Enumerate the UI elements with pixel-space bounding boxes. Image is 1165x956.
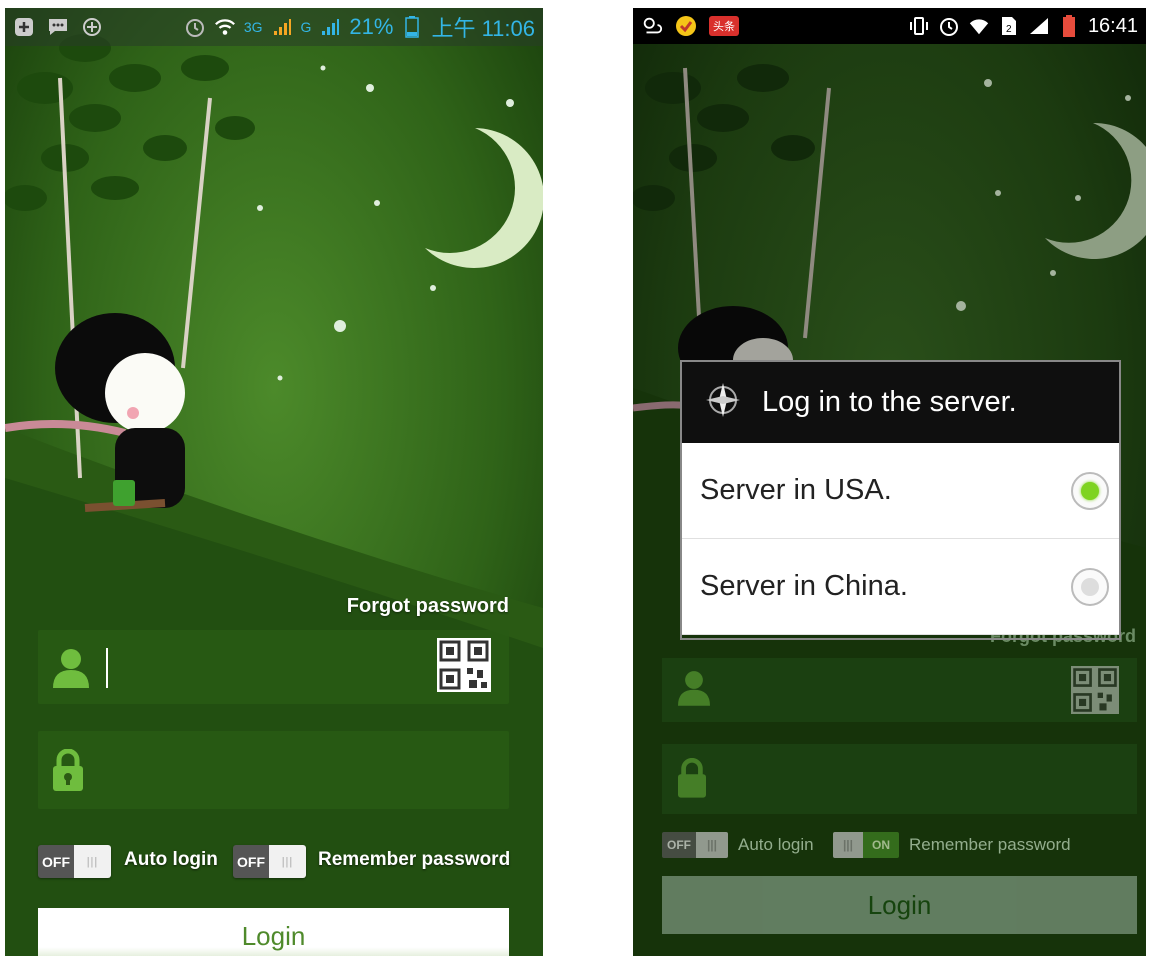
toggle-knob: ||| (833, 832, 863, 858)
clock: 16:41 (1087, 14, 1138, 37)
wifi-icon (214, 16, 236, 38)
vibrate-icon (908, 15, 930, 37)
password-field[interactable] (662, 744, 1137, 814)
compass-icon (704, 381, 742, 424)
auto-login-label: Auto login (124, 849, 218, 870)
battery-icon (1058, 15, 1080, 37)
remember-toggle-state: ON (863, 832, 899, 858)
night-swing-illustration (5, 8, 543, 956)
sim-icon: 2 (998, 15, 1020, 37)
signal-icon (271, 16, 293, 38)
signal-icon (1028, 15, 1050, 37)
password-field[interactable] (38, 731, 509, 809)
login-button[interactable]: Login (38, 908, 509, 956)
svg-text:2: 2 (1006, 24, 1012, 35)
status-bar: 3G G 21% 上午 11:06 (5, 8, 543, 46)
alarm-icon (938, 15, 960, 37)
weather-icon (641, 15, 663, 37)
remember-password-toggle[interactable]: ||| ON (833, 832, 899, 858)
lock-icon (53, 748, 83, 796)
dialog-header: Log in to the server. (682, 362, 1119, 443)
qr-code-icon[interactable] (1071, 666, 1119, 719)
auto-login-toggle[interactable]: OFF ||| (662, 832, 728, 858)
server-select-dialog: Log in to the server. Server in USA. Ser… (682, 362, 1119, 638)
login-button-label: Login (867, 889, 932, 920)
remember-password-toggle[interactable]: OFF ||| (233, 845, 306, 878)
alarm-icon (184, 16, 206, 38)
toggle-knob: ||| (74, 845, 111, 878)
status-bar: 头条 2 16:41 (633, 8, 1146, 44)
wifi-icon (968, 15, 990, 37)
server-option-china[interactable]: Server in China. (682, 539, 1119, 635)
username-field[interactable] (662, 658, 1137, 722)
network-3g-label: 3G (243, 19, 263, 35)
qr-code-icon[interactable] (437, 638, 491, 692)
add-circle-icon (81, 16, 103, 38)
username-field[interactable] (38, 630, 509, 704)
plus-square-icon (13, 16, 35, 38)
login-button[interactable]: Login (662, 876, 1137, 934)
login-screen: 3G G 21% 上午 11:06 Forgot password OFF ||… (5, 8, 543, 956)
auto-login-label: Auto login (738, 835, 814, 854)
forgot-password-link[interactable]: Forgot password (347, 595, 509, 618)
server-option-label: Server in USA. (700, 474, 892, 506)
lock-icon (678, 758, 706, 803)
toggle-knob: ||| (696, 832, 728, 858)
remember-toggle-state: OFF (233, 845, 269, 878)
signal-icon-2 (319, 16, 341, 38)
user-icon (53, 648, 89, 693)
server-option-usa[interactable]: Server in USA. (682, 443, 1119, 539)
auto-login-toggle[interactable]: OFF ||| (38, 845, 111, 878)
chat-bubble-icon (47, 16, 69, 38)
toggle-knob: ||| (269, 845, 306, 878)
app-notification-icon (675, 15, 697, 37)
remember-password-label: Remember password (318, 849, 511, 870)
auto-login-toggle-state: OFF (662, 832, 696, 858)
server-option-label: Server in China. (700, 570, 908, 602)
auto-login-toggle-state: OFF (38, 845, 74, 878)
clock: 上午 11:06 (431, 16, 535, 41)
radio-button[interactable] (1071, 567, 1109, 606)
radio-button-selected[interactable] (1071, 471, 1109, 510)
server-select-screen: 头条 2 16:41 Forgot password OFF ||| Auto … (633, 8, 1146, 956)
text-cursor (106, 648, 108, 688)
battery-percent: 21% (349, 14, 394, 39)
dialog-title: Log in to the server. (762, 386, 1017, 418)
network-g-label: G (300, 19, 312, 35)
news-app-badge: 头条 (709, 16, 739, 36)
user-icon (678, 670, 710, 711)
remember-password-label: Remember password (909, 835, 1071, 854)
battery-icon (401, 16, 423, 38)
login-button-label: Login (241, 920, 306, 951)
